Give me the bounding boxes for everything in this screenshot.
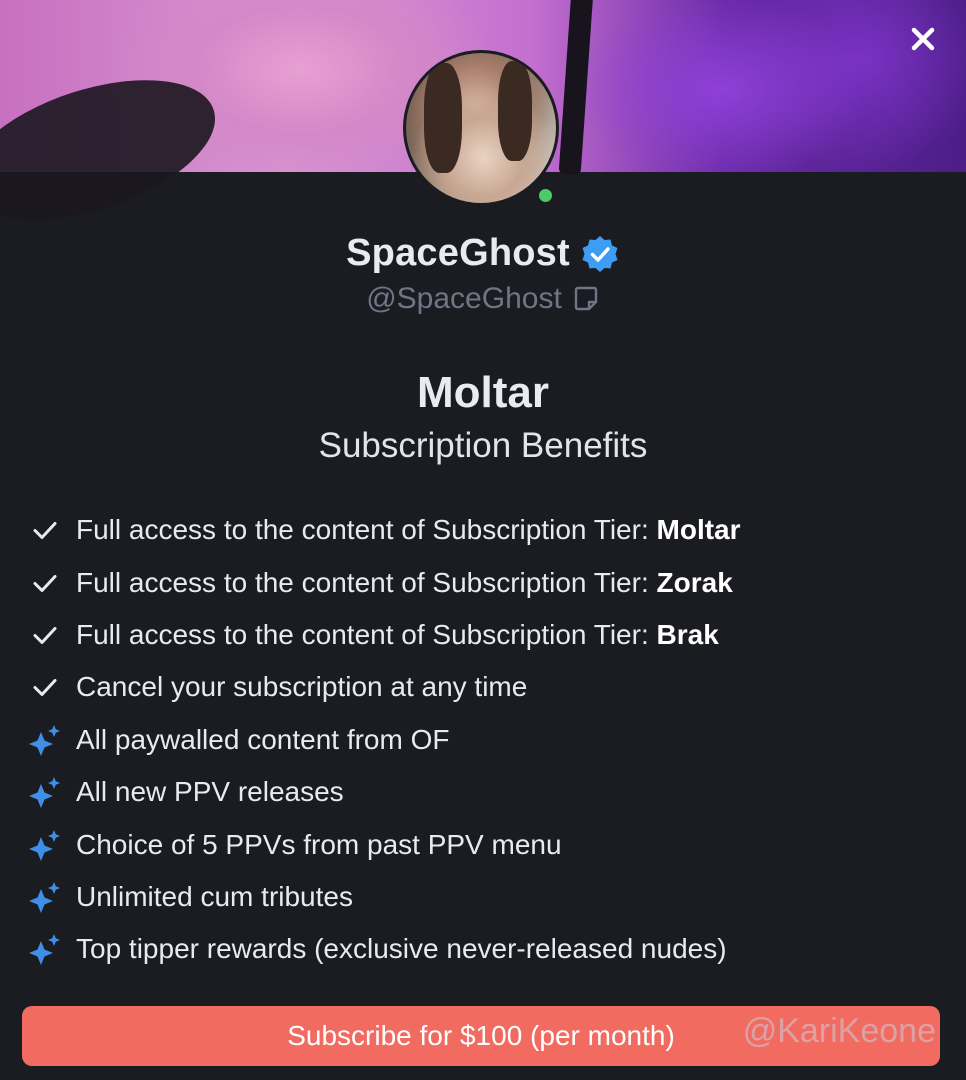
benefit-item: Full access to the content of Subscripti… xyxy=(28,504,948,556)
benefit-text: Choice of 5 PPVs from past PPV menu xyxy=(76,828,562,860)
benefit-text: All new PPV releases xyxy=(76,776,344,808)
benefit-text: Unlimited cum tributes xyxy=(76,880,353,912)
benefit-item: Unlimited cum tributes xyxy=(28,871,948,923)
sparkle-icon xyxy=(28,932,62,966)
benefit-item: All paywalled content from OF xyxy=(28,714,948,766)
watermark: @KariKeone xyxy=(742,1012,936,1050)
close-icon xyxy=(911,27,935,51)
sparkle-icon xyxy=(28,880,62,914)
benefit-item: Full access to the content of Subscripti… xyxy=(28,609,948,661)
benefit-item: Full access to the content of Subscripti… xyxy=(28,556,948,608)
benefit-text: Cancel your subscription at any time xyxy=(76,671,528,703)
sparkle-icon xyxy=(28,775,62,809)
check-icon xyxy=(28,566,62,600)
close-button[interactable] xyxy=(906,22,940,56)
sparkle-icon xyxy=(28,828,62,862)
subscription-modal: SpaceGhost @SpaceGhost Moltar Subscripti… xyxy=(0,0,966,1080)
benefits-list: Full access to the content of Subscripti… xyxy=(28,504,948,976)
avatar[interactable] xyxy=(403,50,559,206)
check-icon xyxy=(28,670,62,704)
online-status-indicator xyxy=(536,186,555,205)
tier-subtitle: Subscription Benefits xyxy=(318,426,648,465)
note-icon[interactable] xyxy=(572,285,600,313)
check-icon xyxy=(28,513,62,547)
benefit-item: Top tipper rewards (exclusive never-rele… xyxy=(28,923,948,975)
tier-title: Moltar xyxy=(417,368,549,417)
username-handle[interactable]: @SpaceGhost xyxy=(366,282,562,316)
verified-badge-icon xyxy=(582,235,618,272)
tier-name: Zorak xyxy=(656,566,733,598)
subscribe-button-label: Subscribe for $100 (per month) xyxy=(287,1020,675,1051)
benefit-item: Cancel your subscription at any time xyxy=(28,661,948,713)
display-name[interactable]: SpaceGhost xyxy=(346,232,570,275)
profile-handle-row: @SpaceGhost xyxy=(0,282,966,316)
tier-name: Moltar xyxy=(656,514,741,546)
benefit-item: Choice of 5 PPVs from past PPV menu xyxy=(28,818,948,870)
benefit-text: Full access to the content of Subscripti… xyxy=(76,514,657,546)
tier-name: Brak xyxy=(656,618,719,650)
benefit-item: All new PPV releases xyxy=(28,766,948,818)
sparkle-icon xyxy=(28,723,62,757)
benefit-text: All paywalled content from OF xyxy=(76,723,450,755)
benefit-text: Full access to the content of Subscripti… xyxy=(76,566,657,598)
profile-name-row: SpaceGhost xyxy=(0,232,966,275)
benefit-text: Top tipper rewards (exclusive never-rele… xyxy=(76,933,727,965)
benefit-text: Full access to the content of Subscripti… xyxy=(76,618,657,650)
check-icon xyxy=(28,618,62,652)
